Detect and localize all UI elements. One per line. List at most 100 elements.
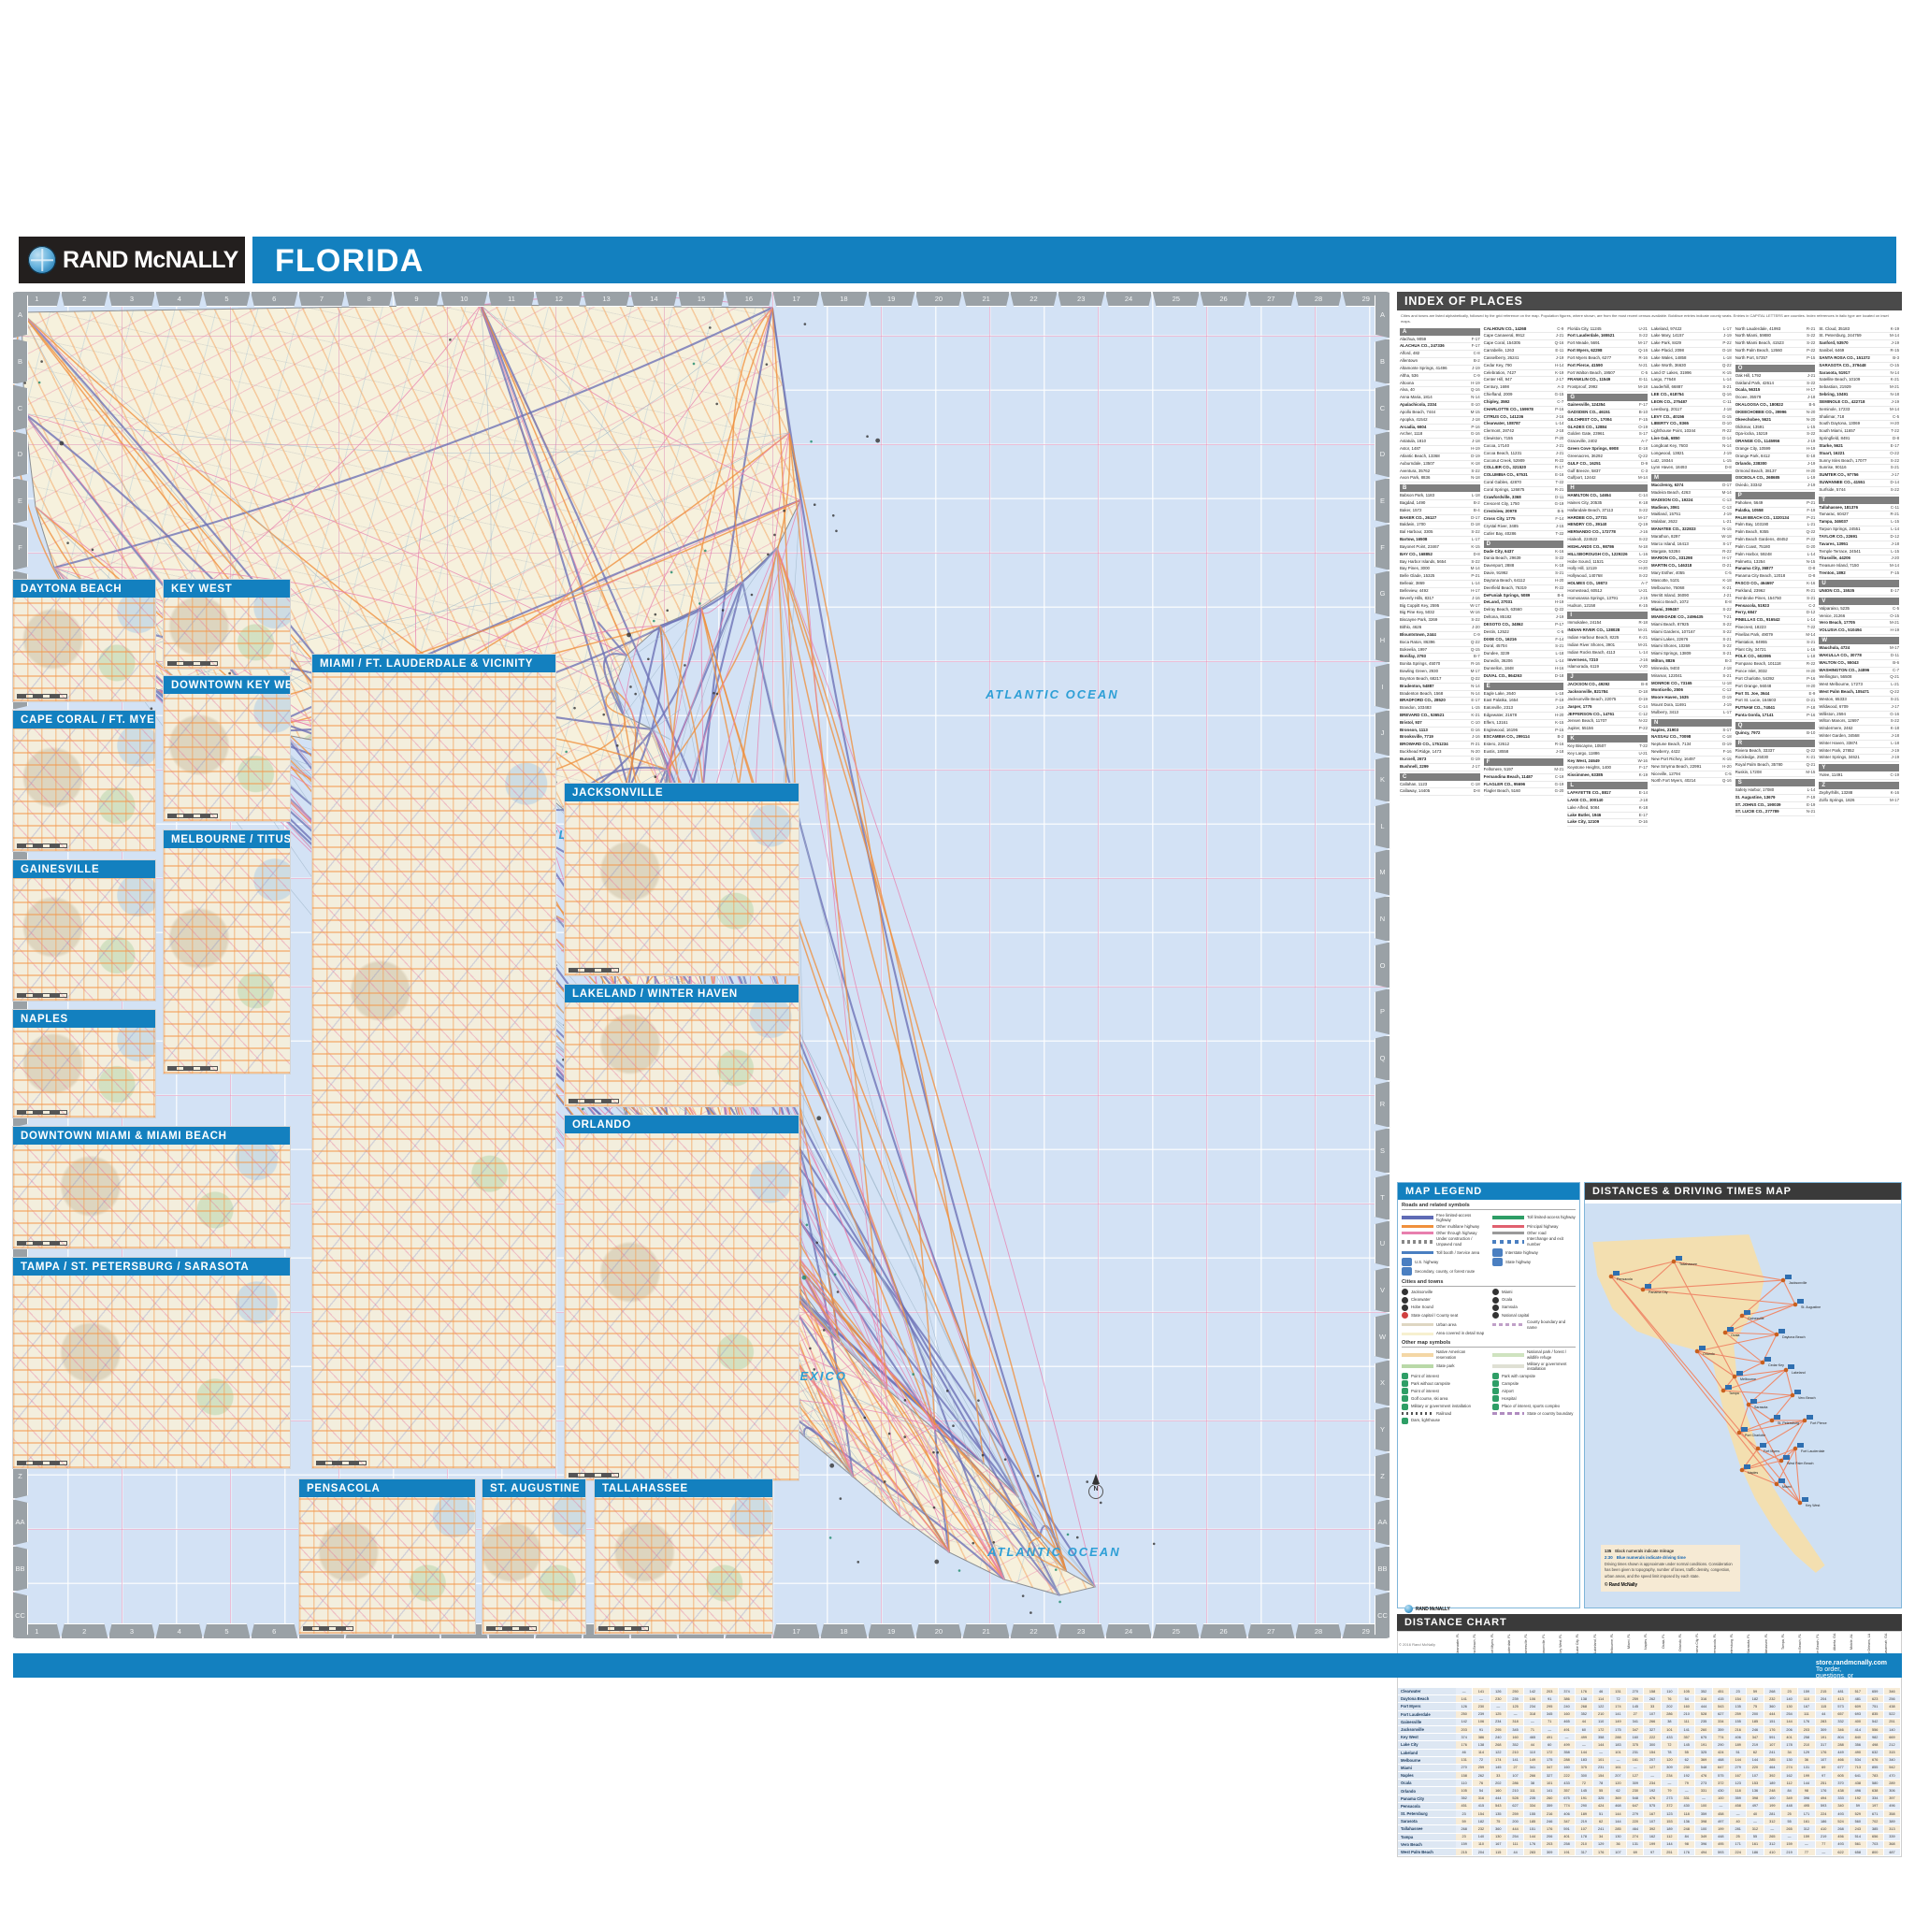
grid-tab-11[interactable]: 11 — [488, 291, 536, 307]
index-entry[interactable]: Fort Lauderdale, 165521S-22 — [1567, 333, 1648, 340]
index-entry[interactable]: NASSAU CO., 70098C-18 — [1651, 734, 1732, 742]
index-entry[interactable]: Jupiter, 55156P-22 — [1567, 726, 1648, 733]
index-entry[interactable]: North Miami Beach, 41523S-22 — [1735, 340, 1816, 348]
index-entry[interactable]: Tarpon Springs, 24551L-14 — [1819, 526, 1899, 534]
index-entry[interactable]: LEE CO., 618754Q-16 — [1651, 392, 1732, 399]
index-entry[interactable]: Indian Rocks Beach, 4113L-14 — [1567, 650, 1648, 657]
grid-tab-14[interactable]: 14 — [630, 291, 678, 307]
index-entry[interactable]: Cross City, 1775F-14 — [1484, 516, 1564, 524]
index-entry[interactable]: Palatka, 10558F-19 — [1735, 508, 1816, 515]
index-entry[interactable]: Hudson, 12158K-15 — [1567, 603, 1648, 611]
index-entry[interactable]: Bowling Green, 2930M-17 — [1400, 669, 1480, 676]
index-entry[interactable]: Palm Bay, 103190L-21 — [1735, 522, 1816, 529]
index-entry[interactable]: Ponce Inlet, 3032H-20 — [1735, 669, 1816, 676]
index-entry[interactable]: Valparaiso, 5235C-5 — [1819, 606, 1899, 613]
inset-body-staugustine[interactable] — [482, 1497, 585, 1634]
index-entry[interactable]: Port Orange, 56048H-20 — [1735, 684, 1816, 691]
inset-body-miamiftl[interactable] — [312, 672, 555, 1468]
index-entry[interactable]: Jasper, 1775C-14 — [1567, 704, 1648, 712]
index-entry[interactable]: Altamonte Springs, 41496J-19 — [1400, 366, 1480, 373]
grid-tab-22[interactable]: 22 — [1010, 1623, 1058, 1639]
index-entry[interactable]: ST. LUCIE CO., 277789N-21 — [1735, 809, 1816, 816]
index-entry[interactable]: Sunrise, 90116S-21 — [1819, 465, 1899, 472]
index-entry[interactable]: Miami Shores, 10269S-22 — [1651, 643, 1732, 651]
grid-tab-V[interactable]: V — [1375, 1267, 1390, 1314]
index-entry[interactable]: Sunny Isles Beach, 17077S-22 — [1819, 458, 1899, 466]
grid-tab-25[interactable]: 25 — [1152, 1623, 1200, 1639]
index-entry[interactable]: PALM BEACH CO., 1320134P-21 — [1735, 515, 1816, 523]
index-entry[interactable]: Homestead, 60512U-21 — [1567, 588, 1648, 596]
index-entry[interactable]: Clearwater, 108787L-14 — [1484, 421, 1564, 428]
index-entry[interactable]: SANTA ROSA CO., 151372B-3 — [1819, 355, 1899, 363]
grid-tab-W[interactable]: W — [1375, 1313, 1390, 1360]
index-entry[interactable]: Holly Hill, 12119H-20 — [1567, 566, 1648, 573]
index-entry[interactable]: Treasure Island, 7150M-14 — [1819, 563, 1899, 570]
index-entry[interactable]: Alford, 482C-8 — [1400, 351, 1480, 358]
inset-body-daytona[interactable] — [13, 598, 155, 701]
distance-chart-row[interactable]: Melbourne13172174141149175288183101—1612… — [1398, 1757, 1901, 1765]
index-entry[interactable]: Satellite Beach, 10109K-21 — [1819, 377, 1899, 384]
grid-tab-16[interactable]: 16 — [725, 291, 772, 307]
index-entry[interactable]: Key Largo, 11886U-21 — [1567, 751, 1648, 758]
index-entry[interactable]: Mexico Beach, 1072E-8 — [1651, 599, 1732, 607]
index-entry[interactable]: Winter Garden, 34568J-18 — [1819, 733, 1899, 741]
index-entry[interactable]: East Palatka, 1654F-19 — [1484, 698, 1564, 705]
index-entry[interactable]: Zolfo Springs, 1826M-17 — [1819, 798, 1899, 805]
grid-tabs-right[interactable]: ABCDEFGHIJKLMNOPQRSTUVWXYZAABBCC — [1375, 292, 1390, 1638]
index-entry[interactable]: Ruskin, 17208M-15 — [1735, 770, 1816, 777]
index-entry[interactable]: Bunnell, 2673G-19 — [1400, 757, 1480, 764]
index-entry[interactable]: CALHOUN CO., 14268C-9 — [1484, 326, 1564, 334]
grid-tab-21[interactable]: 21 — [962, 1623, 1010, 1639]
grid-tab-BB[interactable]: BB — [1375, 1546, 1390, 1593]
grid-tab-E[interactable]: E — [1375, 478, 1390, 525]
index-entry[interactable]: Clewiston, 7155P-20 — [1484, 436, 1564, 443]
index-entry[interactable]: Pensacola, 51923C-2 — [1735, 603, 1816, 611]
index-entry[interactable]: PUTNAM CO., 74041F-18 — [1735, 705, 1816, 713]
index-entry[interactable]: LAFAYETTE CO., 8817E-14 — [1567, 790, 1648, 798]
index-entry[interactable]: Madeira Beach, 4263M-14 — [1651, 490, 1732, 497]
index-entry[interactable]: Miami Beach, 87925S-22 — [1651, 622, 1732, 629]
index-entry[interactable]: Naples, 21903S-17 — [1651, 728, 1732, 735]
index-entry[interactable]: DIXIE CO., 16216F-14 — [1484, 637, 1564, 644]
index-entry[interactable]: Plant City, 34721L-16 — [1735, 647, 1816, 655]
index-entry[interactable]: DeFuniak Springs, 5089B-6 — [1484, 593, 1564, 600]
index-entry[interactable]: POLK CO., 602095L-18 — [1735, 654, 1816, 661]
index-entry[interactable]: SUWANNEE CO., 41551D-14 — [1819, 480, 1899, 487]
distance-chart-row[interactable]: Pensacola4514155436273343597742904244686… — [1398, 1803, 1901, 1810]
index-entry[interactable]: Seminole, 17233M-14 — [1819, 407, 1899, 414]
index-entry[interactable]: Boynton Beach, 68217Q-22 — [1400, 676, 1480, 684]
index-entry[interactable]: Beverly Hills, 8317J-16 — [1400, 596, 1480, 603]
grid-tab-23[interactable]: 23 — [1058, 1623, 1105, 1639]
inset-map-tallahassee[interactable]: TALLAHASSEE — [595, 1479, 772, 1634]
inset-body-capecoral[interactable] — [13, 728, 155, 851]
grid-tab-A[interactable]: A — [1375, 292, 1390, 339]
index-entry[interactable]: Dunedin, 36206L-14 — [1484, 658, 1564, 666]
index-entry[interactable]: Anna Maria, 1814N-14 — [1400, 395, 1480, 402]
index-entry[interactable]: Bagdad, 1490B-2 — [1400, 500, 1480, 508]
inset-body-dtmiami[interactable] — [13, 1145, 290, 1248]
index-entry[interactable]: Port St. Joe, 3644E-9 — [1735, 691, 1816, 699]
index-entry[interactable]: St. Augustine, 13679F-19 — [1735, 795, 1816, 802]
index-entry[interactable]: Margate, 53284R-22 — [1651, 549, 1732, 556]
index-entry[interactable]: Yulee, 11491C-19 — [1819, 772, 1899, 780]
grid-tab-10[interactable]: 10 — [440, 291, 488, 307]
index-entry[interactable]: Baker, 1572B-4 — [1400, 508, 1480, 515]
grid-tab-N[interactable]: N — [1375, 896, 1390, 943]
grid-tab-AA[interactable]: AA — [1375, 1499, 1390, 1546]
index-entry[interactable]: Callaway, 14405D-8 — [1400, 788, 1480, 796]
distance-chart-row[interactable]: Tallahassee26823236044415117659110724128… — [1398, 1825, 1901, 1833]
index-entry[interactable]: Leesburg, 20117J-18 — [1651, 407, 1732, 414]
index-entry[interactable]: Crystal River, 3485J-15 — [1484, 524, 1564, 531]
index-entry[interactable]: Orange Park, 8412E-18 — [1735, 454, 1816, 461]
index-entry[interactable]: Brooksville, 7719J-16 — [1400, 734, 1480, 742]
index-entry[interactable]: Land O' Lakes, 31996K-15 — [1651, 370, 1732, 378]
index-entry[interactable]: SARASOTA CO., 379448O-15 — [1819, 363, 1899, 370]
index-entry[interactable]: JEFFERSON CO., 14761C-12 — [1567, 712, 1648, 719]
index-entry[interactable]: BREVARD CO., 536521K-21 — [1400, 713, 1480, 720]
index-entry[interactable]: Archer, 1118G-16 — [1400, 431, 1480, 439]
index-entry[interactable]: WALTON CO., 55043B-6 — [1819, 660, 1899, 668]
index-entry[interactable]: Jensen Beach, 11707N-22 — [1567, 718, 1648, 726]
index-entry[interactable]: AltoonaH-19 — [1400, 381, 1480, 388]
index-entry[interactable]: Palm Harbor, 59248L-14 — [1735, 552, 1816, 559]
index-entry[interactable]: Dundee, 3239L-18 — [1484, 651, 1564, 658]
